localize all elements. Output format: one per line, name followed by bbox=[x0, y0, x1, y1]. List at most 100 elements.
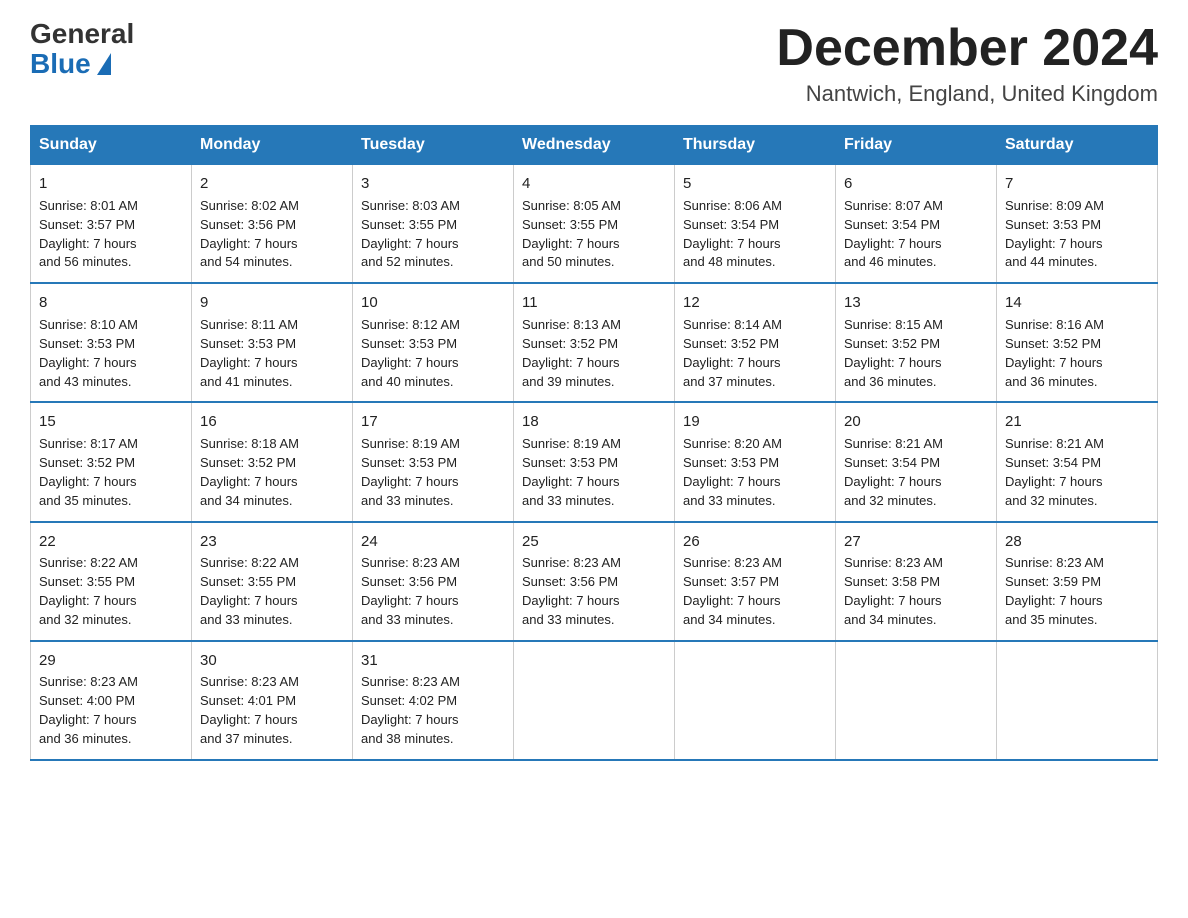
day-info: Sunrise: 8:23 AMSunset: 3:56 PMDaylight:… bbox=[361, 554, 505, 629]
day-number: 16 bbox=[200, 411, 344, 433]
day-number: 18 bbox=[522, 411, 666, 433]
day-number: 14 bbox=[1005, 292, 1149, 314]
calendar-cell bbox=[997, 641, 1158, 760]
day-info: Sunrise: 8:13 AMSunset: 3:52 PMDaylight:… bbox=[522, 316, 666, 391]
day-info: Sunrise: 8:11 AMSunset: 3:53 PMDaylight:… bbox=[200, 316, 344, 391]
day-info: Sunrise: 8:15 AMSunset: 3:52 PMDaylight:… bbox=[844, 316, 988, 391]
day-info: Sunrise: 8:23 AMSunset: 4:02 PMDaylight:… bbox=[361, 673, 505, 748]
calendar-cell: 14Sunrise: 8:16 AMSunset: 3:52 PMDayligh… bbox=[997, 283, 1158, 402]
day-number: 1 bbox=[39, 173, 183, 195]
col-header-sunday: Sunday bbox=[31, 126, 192, 165]
day-info: Sunrise: 8:19 AMSunset: 3:53 PMDaylight:… bbox=[522, 435, 666, 510]
day-info: Sunrise: 8:23 AMSunset: 3:58 PMDaylight:… bbox=[844, 554, 988, 629]
calendar-week-4: 22Sunrise: 8:22 AMSunset: 3:55 PMDayligh… bbox=[31, 522, 1158, 641]
day-number: 19 bbox=[683, 411, 827, 433]
calendar-cell: 10Sunrise: 8:12 AMSunset: 3:53 PMDayligh… bbox=[353, 283, 514, 402]
calendar-cell: 16Sunrise: 8:18 AMSunset: 3:52 PMDayligh… bbox=[192, 402, 353, 521]
calendar-cell: 22Sunrise: 8:22 AMSunset: 3:55 PMDayligh… bbox=[31, 522, 192, 641]
day-info: Sunrise: 8:17 AMSunset: 3:52 PMDaylight:… bbox=[39, 435, 183, 510]
calendar-cell: 28Sunrise: 8:23 AMSunset: 3:59 PMDayligh… bbox=[997, 522, 1158, 641]
calendar-cell: 30Sunrise: 8:23 AMSunset: 4:01 PMDayligh… bbox=[192, 641, 353, 760]
calendar-cell: 24Sunrise: 8:23 AMSunset: 3:56 PMDayligh… bbox=[353, 522, 514, 641]
calendar-week-3: 15Sunrise: 8:17 AMSunset: 3:52 PMDayligh… bbox=[31, 402, 1158, 521]
day-number: 6 bbox=[844, 173, 988, 195]
day-number: 17 bbox=[361, 411, 505, 433]
day-number: 12 bbox=[683, 292, 827, 314]
day-info: Sunrise: 8:06 AMSunset: 3:54 PMDaylight:… bbox=[683, 197, 827, 272]
calendar-cell: 29Sunrise: 8:23 AMSunset: 4:00 PMDayligh… bbox=[31, 641, 192, 760]
day-info: Sunrise: 8:22 AMSunset: 3:55 PMDaylight:… bbox=[200, 554, 344, 629]
day-number: 5 bbox=[683, 173, 827, 195]
day-info: Sunrise: 8:10 AMSunset: 3:53 PMDaylight:… bbox=[39, 316, 183, 391]
logo: General Blue bbox=[30, 20, 134, 80]
day-number: 9 bbox=[200, 292, 344, 314]
day-info: Sunrise: 8:07 AMSunset: 3:54 PMDaylight:… bbox=[844, 197, 988, 272]
day-number: 29 bbox=[39, 650, 183, 672]
day-info: Sunrise: 8:23 AMSunset: 4:01 PMDaylight:… bbox=[200, 673, 344, 748]
day-number: 20 bbox=[844, 411, 988, 433]
day-info: Sunrise: 8:19 AMSunset: 3:53 PMDaylight:… bbox=[361, 435, 505, 510]
calendar-cell: 1Sunrise: 8:01 AMSunset: 3:57 PMDaylight… bbox=[31, 165, 192, 284]
calendar-cell: 27Sunrise: 8:23 AMSunset: 3:58 PMDayligh… bbox=[836, 522, 997, 641]
day-info: Sunrise: 8:05 AMSunset: 3:55 PMDaylight:… bbox=[522, 197, 666, 272]
day-info: Sunrise: 8:09 AMSunset: 3:53 PMDaylight:… bbox=[1005, 197, 1149, 272]
calendar-cell: 12Sunrise: 8:14 AMSunset: 3:52 PMDayligh… bbox=[675, 283, 836, 402]
calendar-week-1: 1Sunrise: 8:01 AMSunset: 3:57 PMDaylight… bbox=[31, 165, 1158, 284]
location-title: Nantwich, England, United Kingdom bbox=[776, 81, 1158, 107]
day-number: 13 bbox=[844, 292, 988, 314]
col-header-wednesday: Wednesday bbox=[514, 126, 675, 165]
day-info: Sunrise: 8:23 AMSunset: 3:59 PMDaylight:… bbox=[1005, 554, 1149, 629]
calendar-cell: 31Sunrise: 8:23 AMSunset: 4:02 PMDayligh… bbox=[353, 641, 514, 760]
day-info: Sunrise: 8:03 AMSunset: 3:55 PMDaylight:… bbox=[361, 197, 505, 272]
day-info: Sunrise: 8:23 AMSunset: 3:57 PMDaylight:… bbox=[683, 554, 827, 629]
calendar-table: SundayMondayTuesdayWednesdayThursdayFrid… bbox=[30, 125, 1158, 761]
day-info: Sunrise: 8:12 AMSunset: 3:53 PMDaylight:… bbox=[361, 316, 505, 391]
calendar-cell: 20Sunrise: 8:21 AMSunset: 3:54 PMDayligh… bbox=[836, 402, 997, 521]
day-info: Sunrise: 8:23 AMSunset: 4:00 PMDaylight:… bbox=[39, 673, 183, 748]
col-header-tuesday: Tuesday bbox=[353, 126, 514, 165]
title-block: December 2024 Nantwich, England, United … bbox=[776, 20, 1158, 107]
day-number: 7 bbox=[1005, 173, 1149, 195]
calendar-cell: 2Sunrise: 8:02 AMSunset: 3:56 PMDaylight… bbox=[192, 165, 353, 284]
day-info: Sunrise: 8:22 AMSunset: 3:55 PMDaylight:… bbox=[39, 554, 183, 629]
col-header-friday: Friday bbox=[836, 126, 997, 165]
calendar-cell: 5Sunrise: 8:06 AMSunset: 3:54 PMDaylight… bbox=[675, 165, 836, 284]
calendar-cell: 26Sunrise: 8:23 AMSunset: 3:57 PMDayligh… bbox=[675, 522, 836, 641]
day-number: 4 bbox=[522, 173, 666, 195]
calendar-cell: 25Sunrise: 8:23 AMSunset: 3:56 PMDayligh… bbox=[514, 522, 675, 641]
calendar-cell: 7Sunrise: 8:09 AMSunset: 3:53 PMDaylight… bbox=[997, 165, 1158, 284]
day-number: 24 bbox=[361, 531, 505, 553]
day-info: Sunrise: 8:23 AMSunset: 3:56 PMDaylight:… bbox=[522, 554, 666, 629]
calendar-cell: 8Sunrise: 8:10 AMSunset: 3:53 PMDaylight… bbox=[31, 283, 192, 402]
calendar-cell: 15Sunrise: 8:17 AMSunset: 3:52 PMDayligh… bbox=[31, 402, 192, 521]
day-number: 26 bbox=[683, 531, 827, 553]
calendar-cell bbox=[514, 641, 675, 760]
calendar-header: SundayMondayTuesdayWednesdayThursdayFrid… bbox=[31, 126, 1158, 165]
day-info: Sunrise: 8:20 AMSunset: 3:53 PMDaylight:… bbox=[683, 435, 827, 510]
day-info: Sunrise: 8:21 AMSunset: 3:54 PMDaylight:… bbox=[1005, 435, 1149, 510]
calendar-cell: 18Sunrise: 8:19 AMSunset: 3:53 PMDayligh… bbox=[514, 402, 675, 521]
day-info: Sunrise: 8:02 AMSunset: 3:56 PMDaylight:… bbox=[200, 197, 344, 272]
calendar-cell bbox=[675, 641, 836, 760]
calendar-cell: 19Sunrise: 8:20 AMSunset: 3:53 PMDayligh… bbox=[675, 402, 836, 521]
month-title: December 2024 bbox=[776, 20, 1158, 77]
col-header-monday: Monday bbox=[192, 126, 353, 165]
logo-blue-text: Blue bbox=[30, 48, 111, 80]
calendar-cell: 11Sunrise: 8:13 AMSunset: 3:52 PMDayligh… bbox=[514, 283, 675, 402]
calendar-cell bbox=[836, 641, 997, 760]
day-number: 10 bbox=[361, 292, 505, 314]
calendar-cell: 4Sunrise: 8:05 AMSunset: 3:55 PMDaylight… bbox=[514, 165, 675, 284]
calendar-cell: 13Sunrise: 8:15 AMSunset: 3:52 PMDayligh… bbox=[836, 283, 997, 402]
day-number: 15 bbox=[39, 411, 183, 433]
calendar-cell: 23Sunrise: 8:22 AMSunset: 3:55 PMDayligh… bbox=[192, 522, 353, 641]
page-header: General Blue December 2024 Nantwich, Eng… bbox=[30, 20, 1158, 107]
calendar-cell: 17Sunrise: 8:19 AMSunset: 3:53 PMDayligh… bbox=[353, 402, 514, 521]
col-header-saturday: Saturday bbox=[997, 126, 1158, 165]
day-number: 23 bbox=[200, 531, 344, 553]
calendar-week-2: 8Sunrise: 8:10 AMSunset: 3:53 PMDaylight… bbox=[31, 283, 1158, 402]
day-number: 27 bbox=[844, 531, 988, 553]
day-number: 2 bbox=[200, 173, 344, 195]
col-header-thursday: Thursday bbox=[675, 126, 836, 165]
calendar-cell: 6Sunrise: 8:07 AMSunset: 3:54 PMDaylight… bbox=[836, 165, 997, 284]
logo-general-text: General bbox=[30, 20, 134, 48]
